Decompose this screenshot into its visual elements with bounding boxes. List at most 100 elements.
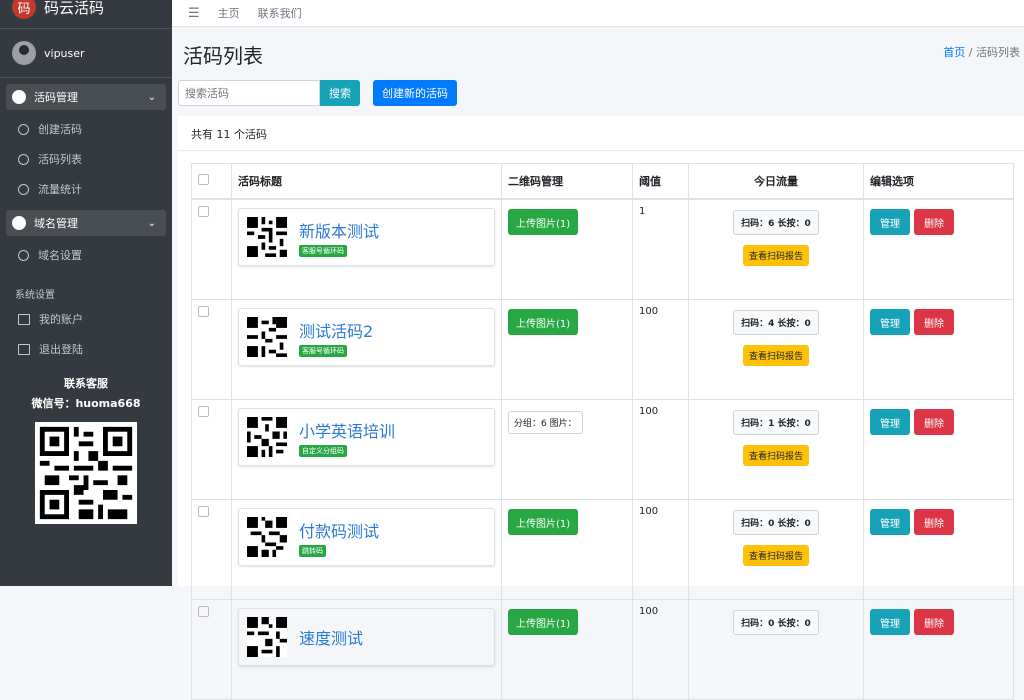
sidebar-item-label: 域名设置 bbox=[38, 249, 82, 262]
service-title: 联系客服 bbox=[64, 377, 108, 390]
header-traffic: 今日流量 bbox=[688, 163, 864, 200]
total-count: 共有 11 个活码 bbox=[191, 128, 267, 141]
user-panel[interactable]: vipuser bbox=[0, 29, 172, 78]
image-icon bbox=[18, 343, 30, 355]
delete-button[interactable]: 删除 bbox=[914, 309, 954, 335]
table-row: 测试活码2 客服号循环码 上传图片(1) 100 扫码：4 长按：0 查看扫码报告 … bbox=[191, 299, 1014, 400]
upload-image-button[interactable]: 上传图片(1) bbox=[508, 209, 579, 235]
group-info: 分组：6 图片： bbox=[508, 411, 583, 434]
calendar-icon bbox=[18, 313, 30, 325]
customer-service: 联系客服 微信号：huoma668 bbox=[0, 374, 172, 414]
type-badge: 跳转码 bbox=[299, 544, 326, 557]
qr-code-thumbnail bbox=[247, 317, 287, 357]
traffic-stat: 扫码：1 长按：0 bbox=[733, 410, 819, 435]
search-button[interactable]: 搜索 bbox=[320, 80, 360, 106]
traffic-stat: 扫码：6 长按：0 bbox=[733, 210, 819, 235]
manage-button[interactable]: 管理 bbox=[870, 509, 910, 535]
qr-code-thumbnail bbox=[247, 517, 287, 557]
chevron-down-icon: ⌄ bbox=[147, 91, 156, 103]
header-actions: 编辑选项 bbox=[863, 163, 1014, 200]
live-code-title[interactable]: 小学英语培训 bbox=[299, 418, 395, 442]
upload-image-button[interactable]: 上传图片(1) bbox=[508, 609, 579, 635]
delete-button[interactable]: 删除 bbox=[914, 609, 954, 635]
avatar bbox=[12, 41, 36, 65]
search-input[interactable] bbox=[178, 80, 320, 106]
row-checkbox[interactable] bbox=[198, 606, 209, 617]
header-threshold: 阈值 bbox=[632, 163, 689, 200]
dashboard-icon bbox=[12, 216, 26, 230]
nav-group-domain[interactable]: 域名管理 ⌄ bbox=[6, 210, 166, 236]
threshold-value: 100 bbox=[632, 399, 689, 500]
view-report-button[interactable]: 查看扫码报告 bbox=[742, 545, 809, 566]
page-title: 活码列表 bbox=[183, 44, 263, 68]
view-report-button[interactable]: 查看扫码报告 bbox=[742, 445, 809, 466]
table-row: 付款码测试 跳转码 上传图片(1) 100 扫码：0 长按：0 查看扫码报告 管理删… bbox=[191, 499, 1014, 600]
delete-button[interactable]: 删除 bbox=[914, 209, 954, 235]
live-code-card[interactable]: 速度测试 bbox=[238, 608, 495, 666]
delete-button[interactable]: 删除 bbox=[914, 509, 954, 535]
sidebar-item-label: 活码列表 bbox=[38, 153, 82, 166]
brand-logo: 码 bbox=[12, 0, 36, 19]
nav-link-home[interactable]: 主页 bbox=[218, 5, 240, 21]
nav-group-label: 活码管理 bbox=[34, 91, 78, 104]
live-code-title[interactable]: 测试活码2 bbox=[299, 318, 373, 342]
sidebar-item-logout[interactable]: 退出登陆 bbox=[0, 334, 172, 364]
table-header-row: 活码标题 二维码管理 阈值 今日流量 编辑选项 bbox=[191, 163, 1014, 200]
brand[interactable]: 码 码云活码 bbox=[0, 0, 172, 29]
live-code-card[interactable]: 测试活码2 客服号循环码 bbox=[238, 308, 495, 366]
view-report-button[interactable]: 查看扫码报告 bbox=[742, 345, 809, 366]
delete-button[interactable]: 删除 bbox=[914, 409, 954, 435]
breadcrumb-home[interactable]: 首页 bbox=[943, 46, 965, 59]
live-code-card[interactable]: 新版本测试客服号循环码 bbox=[238, 208, 495, 266]
nav-group-label: 域名管理 bbox=[34, 217, 78, 230]
sidebar-item-create[interactable]: 创建活码 bbox=[0, 114, 172, 144]
row-checkbox[interactable] bbox=[198, 506, 209, 517]
create-live-code-button[interactable]: 创建新的活码 bbox=[373, 80, 457, 106]
circle-icon bbox=[18, 183, 29, 195]
live-code-title[interactable]: 付款码测试 bbox=[299, 518, 379, 542]
service-qr-code bbox=[35, 422, 137, 524]
row-checkbox[interactable] bbox=[198, 406, 209, 417]
live-code-title[interactable]: 速度测试 bbox=[299, 625, 363, 649]
traffic-stat: 扫码：0 长按：0 bbox=[733, 510, 819, 535]
manage-button[interactable]: 管理 bbox=[870, 209, 910, 235]
live-code-card[interactable]: 付款码测试 跳转码 bbox=[238, 508, 495, 566]
service-wechat: 微信号：huoma668 bbox=[31, 397, 141, 410]
view-report-button[interactable]: 查看扫码报告 bbox=[742, 245, 809, 266]
qr-code-thumbnail bbox=[247, 417, 287, 457]
threshold-value: 100 bbox=[632, 299, 689, 400]
upload-image-button[interactable]: 上传图片(1) bbox=[508, 509, 579, 535]
content-header: 活码列表 首页 / 活码列表 bbox=[172, 26, 1024, 78]
sidebar-item-label: 创建活码 bbox=[38, 123, 82, 136]
search-bar: 搜索 创建新的活码 bbox=[178, 80, 457, 106]
sidebar-item-stats[interactable]: 流量统计 bbox=[0, 174, 172, 204]
threshold-value: 100 bbox=[632, 599, 689, 700]
breadcrumb-separator: / bbox=[968, 46, 973, 59]
qr-code-thumbnail bbox=[247, 617, 287, 657]
sidebar-item-domain-settings[interactable]: 域名设置 bbox=[0, 240, 172, 270]
row-checkbox[interactable] bbox=[198, 306, 209, 317]
circle-icon bbox=[18, 123, 29, 135]
live-code-title[interactable]: 新版本测试 bbox=[299, 218, 379, 242]
table-row: 新版本测试 客服号循环码 上传图片(1) 1 扫码：6 长按：0 查看扫码报告 管理… bbox=[191, 198, 1014, 300]
menu-icon[interactable]: ☰ bbox=[188, 6, 200, 21]
chevron-down-icon: ⌄ bbox=[147, 217, 156, 229]
nav-group-live-code[interactable]: 活码管理 ⌄ bbox=[6, 84, 166, 110]
circle-icon bbox=[18, 153, 29, 165]
table-row: 速度测试 上传图片(1) 100 扫码：0 长按：0 管理 删除 bbox=[191, 599, 1014, 700]
sidebar-item-account[interactable]: 我的账户 bbox=[0, 304, 172, 334]
sidebar-item-list[interactable]: 活码列表 bbox=[0, 144, 172, 174]
manage-button[interactable]: 管理 bbox=[870, 409, 910, 435]
header-select[interactable] bbox=[191, 163, 232, 200]
type-badge: 客服号循环码 bbox=[299, 244, 347, 257]
nav-link-contact[interactable]: 联系我们 bbox=[258, 5, 302, 21]
top-navbar: ☰ 主页 联系我们 bbox=[172, 0, 1024, 27]
manage-button[interactable]: 管理 bbox=[870, 309, 910, 335]
system-section-label: 系统设置 bbox=[15, 289, 55, 301]
traffic-stat: 扫码：0 长按：0 bbox=[733, 610, 819, 635]
upload-image-button[interactable]: 上传图片(1) bbox=[508, 309, 579, 335]
live-code-card[interactable]: 小学英语培训 自定义分组码 bbox=[238, 408, 495, 466]
select-all-checkbox[interactable] bbox=[198, 174, 209, 185]
manage-button[interactable]: 管理 bbox=[870, 609, 910, 635]
row-checkbox[interactable] bbox=[198, 206, 209, 217]
